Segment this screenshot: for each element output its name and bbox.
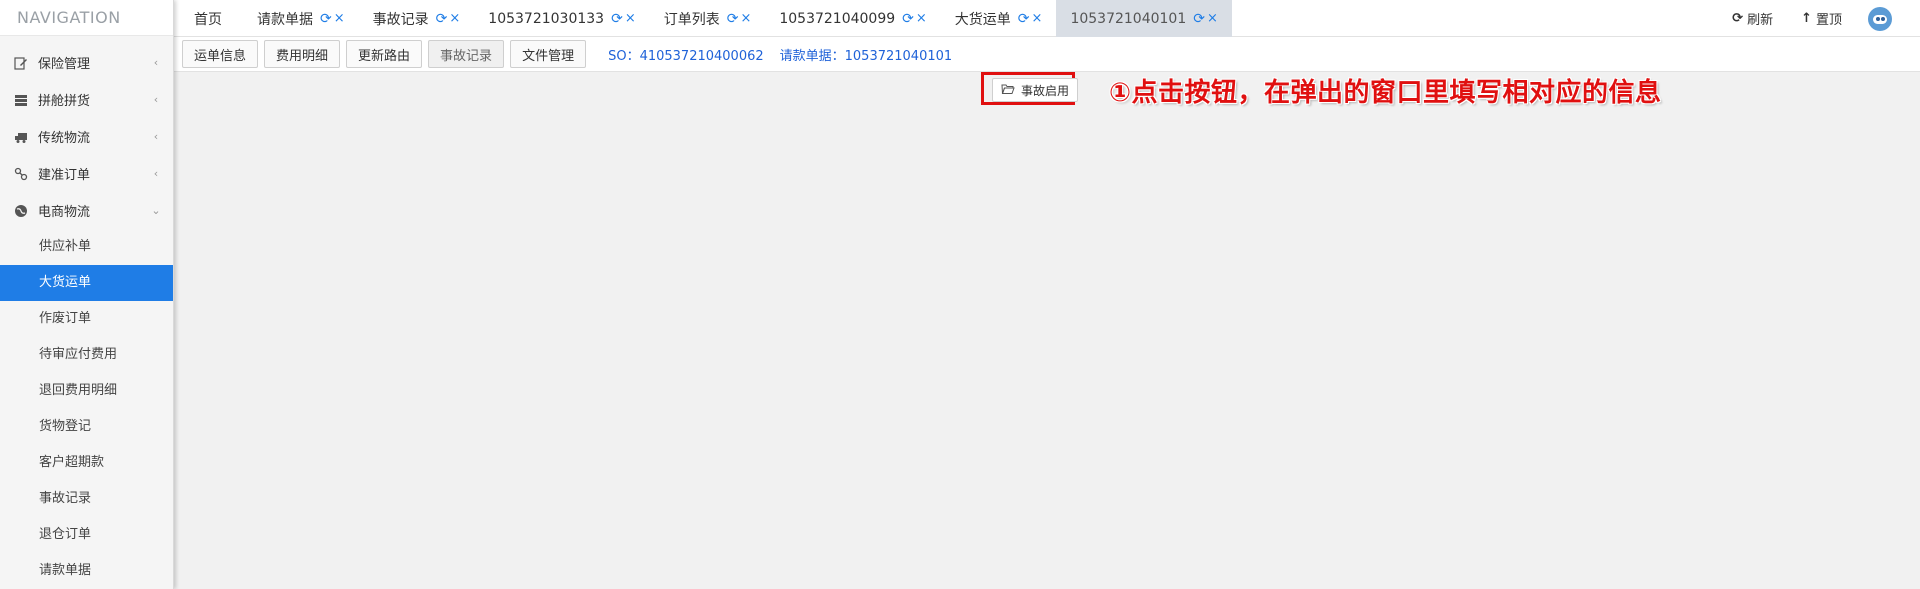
server-icon — [13, 92, 29, 108]
menu-item-insurance[interactable]: 保险管理 ‹ — [0, 44, 173, 81]
enable-incident-label: 事故启用 — [1021, 83, 1070, 98]
refresh-icon[interactable]: ⟳ — [902, 11, 914, 27]
refresh-icon[interactable]: ⟳ — [436, 11, 448, 27]
tab-label: 大货运单 — [954, 11, 1011, 28]
tab-label: 1053721040101 — [1070, 10, 1187, 27]
menu-label: 传统物流 — [38, 131, 91, 146]
close-icon[interactable]: × — [334, 11, 345, 26]
menu-label: 建准订单 — [38, 168, 91, 183]
instruction-annotation: ①点击按钮，在弹出的窗口里填写相对应的信息 — [1109, 78, 1662, 108]
link-icon — [13, 166, 29, 182]
sidebar-item-bulk-waybill[interactable]: 大货运单 — [0, 265, 173, 301]
so-number: SO：410537210400062 — [608, 48, 764, 64]
menu-item-ecommerce[interactable]: 电商物流 ⌄ — [0, 192, 173, 229]
top-actions: ⟳ 刷新 ↑ 置顶 — [1704, 0, 1892, 37]
tab-label: 首页 — [194, 11, 222, 28]
folder-open-icon — [1001, 83, 1015, 98]
refresh-icon[interactable]: ⟳ — [727, 11, 739, 27]
tab-1053721030133[interactable]: 1053721030133 ⟳ × — [474, 0, 649, 37]
waybill-info-button[interactable]: 运单信息 — [182, 40, 259, 68]
arrow-up-icon: ↑ — [1801, 11, 1812, 26]
refresh-icon[interactable]: ⟳ — [1193, 11, 1205, 27]
close-icon[interactable]: × — [449, 11, 460, 26]
pin-top-label: 置顶 — [1815, 13, 1842, 28]
refresh-label: 刷新 — [1747, 13, 1774, 28]
sidebar-item-void-orders[interactable]: 作废订单 — [0, 301, 173, 337]
menu-item-consolidation[interactable]: 拼舱拼货 ‹ — [0, 81, 173, 118]
sidebar-item-pending-payables[interactable]: 待审应付费用 — [0, 337, 173, 373]
avatar[interactable] — [1868, 6, 1892, 31]
tab-incident-records[interactable]: 事故记录 ⟳ × — [359, 0, 475, 37]
sidebar-item-payment-requests[interactable]: 请款单据 — [0, 553, 173, 589]
refresh-icon[interactable]: ⟳ — [611, 11, 623, 27]
tab-label: 1053721040099 — [779, 10, 896, 27]
chevron-left-icon: ‹ — [153, 56, 159, 69]
sub-toolbar: 运单信息 费用明细 更新路由 事故记录 文件管理 SO：410537210400… — [174, 37, 1920, 72]
chevron-down-icon: ⌄ — [151, 204, 161, 217]
payment-request-number: 请款单据：1053721040101 — [779, 48, 953, 64]
tab-order-list[interactable]: 订单列表 ⟳ × — [650, 0, 766, 37]
update-route-button[interactable]: 更新路由 — [346, 40, 423, 68]
globe-icon — [13, 203, 29, 219]
nav-title: NAVIGATION — [0, 0, 173, 36]
refresh-icon[interactable]: ⟳ — [320, 11, 332, 27]
menu-item-orders[interactable]: 建准订单 ‹ — [0, 155, 173, 192]
chevron-left-icon: ‹ — [153, 130, 159, 143]
incident-records-button[interactable]: 事故记录 — [428, 40, 505, 68]
tab-payment-requests[interactable]: 请款单据 ⟳ × — [243, 0, 359, 37]
refresh-button[interactable]: ⟳ 刷新 — [1732, 9, 1773, 28]
content-area: 事故启用 ①点击按钮，在弹出的窗口里填写相对应的信息 — [174, 72, 1920, 589]
chevron-left-icon: ‹ — [153, 167, 159, 180]
chevron-left-icon: ‹ — [153, 93, 159, 106]
sidebar-menu: 保险管理 ‹ 拼舱拼货 ‹ 传统物流 ‹ 建准订单 ‹ 电商物流 ⌄ 供应补单 … — [0, 44, 173, 589]
refresh-icon: ⟳ — [1732, 11, 1744, 26]
close-icon[interactable]: × — [916, 11, 927, 26]
menu-label: 电商物流 — [38, 205, 91, 220]
tab-1053721040101[interactable]: 1053721040101 ⟳ × — [1056, 0, 1232, 37]
enable-incident-button[interactable]: 事故启用 — [992, 78, 1079, 102]
close-icon[interactable]: × — [1032, 11, 1043, 26]
tab-1053721040099[interactable]: 1053721040099 ⟳ × — [765, 0, 940, 37]
close-icon[interactable]: × — [740, 11, 751, 26]
sidebar-item-supply-order[interactable]: 供应补单 — [0, 229, 173, 265]
sidebar-item-incident-records[interactable]: 事故记录 — [0, 481, 173, 517]
menu-item-traditional-logistics[interactable]: 传统物流 ‹ — [0, 118, 173, 155]
top-tab-bar: 首页 请款单据 ⟳ × 事故记录 ⟳ × 1053721030133 ⟳ × 订… — [174, 0, 1920, 37]
tab-label: 1053721030133 — [488, 10, 605, 27]
sidebar-item-return-orders[interactable]: 退仓订单 — [0, 517, 173, 553]
pin-top-button[interactable]: ↑ 置顶 — [1801, 9, 1842, 28]
ecommerce-submenu: 供应补单 大货运单 作废订单 待审应付费用 退回费用明细 货物登记 客户超期款 … — [0, 229, 173, 589]
close-icon[interactable]: × — [1207, 11, 1218, 26]
tab-label: 请款单据 — [257, 11, 313, 28]
document-edit-icon — [13, 55, 29, 71]
tab-home[interactable]: 首页 — [180, 0, 243, 37]
fee-details-button[interactable]: 费用明细 — [264, 40, 341, 68]
tab-label: 订单列表 — [663, 11, 720, 28]
file-management-button[interactable]: 文件管理 — [510, 40, 587, 68]
close-icon[interactable]: × — [625, 11, 636, 26]
refresh-icon[interactable]: ⟳ — [1018, 11, 1030, 27]
sidebar-item-cargo-registration[interactable]: 货物登记 — [0, 409, 173, 445]
tab-list: 首页 请款单据 ⟳ × 事故记录 ⟳ × 1053721030133 ⟳ × 订… — [174, 0, 1920, 37]
tab-bulk-waybill[interactable]: 大货运单 ⟳ × — [941, 0, 1057, 37]
menu-label: 保险管理 — [38, 57, 91, 72]
sidebar: NAVIGATION 保险管理 ‹ 拼舱拼货 ‹ 传统物流 ‹ 建准订单 ‹ 电… — [0, 0, 174, 589]
truck-icon — [13, 129, 29, 145]
sidebar-item-refund-details[interactable]: 退回费用明细 — [0, 373, 173, 409]
sidebar-item-customer-overdue[interactable]: 客户超期款 — [0, 445, 173, 481]
menu-label: 拼舱拼货 — [38, 94, 91, 109]
tab-label: 事故记录 — [372, 11, 429, 28]
